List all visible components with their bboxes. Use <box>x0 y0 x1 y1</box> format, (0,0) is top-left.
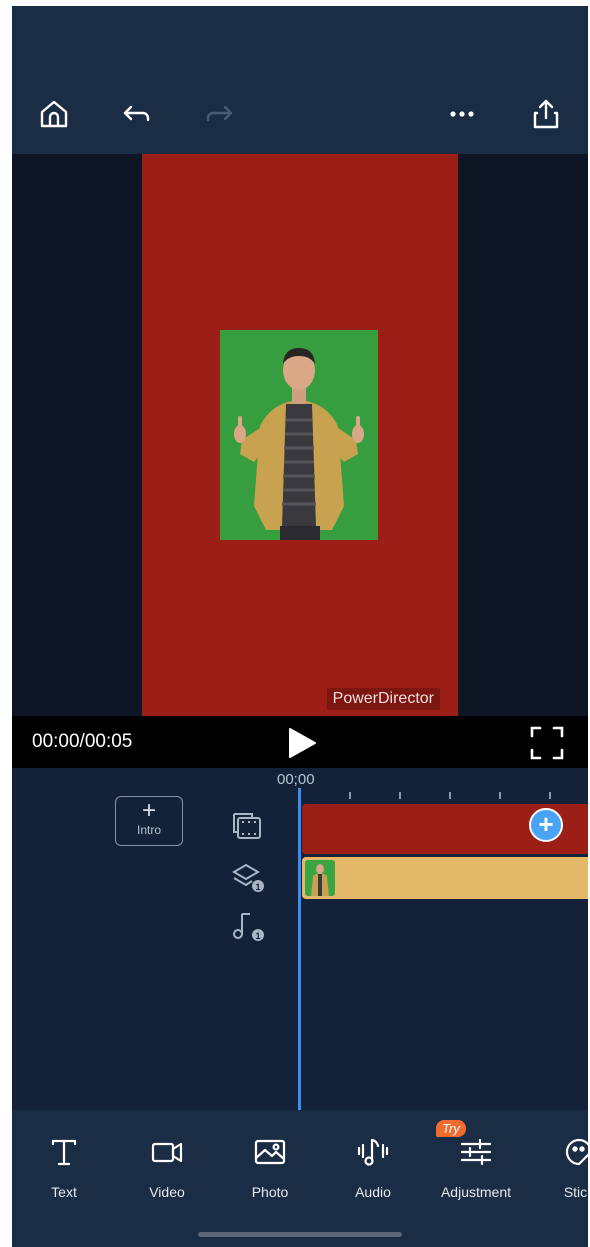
undo-button[interactable] <box>114 92 158 136</box>
fullscreen-icon <box>530 726 564 760</box>
redo-icon <box>206 105 233 122</box>
overlay-count-badge: 1 <box>255 882 260 892</box>
plus-icon: + <box>141 797 156 824</box>
app-screen: PowerDirector 00:00/00:05 + Intro 1 1 00… <box>12 6 588 1247</box>
play-icon <box>289 728 316 758</box>
sliders-icon <box>460 1138 492 1166</box>
try-badge: Try <box>436 1120 466 1137</box>
watermark-label: PowerDirector <box>326 688 440 710</box>
video-preview[interactable]: PowerDirector <box>12 154 588 716</box>
audio-count-badge: 1 <box>255 931 260 941</box>
sticker-icon <box>565 1138 588 1166</box>
text-icon <box>51 1139 77 1166</box>
tool-label: Text <box>51 1184 77 1200</box>
text-tool-button[interactable]: Text <box>14 1128 114 1204</box>
ruler-tick <box>349 792 351 799</box>
video-camera-icon <box>151 1142 183 1163</box>
tool-label: Video <box>149 1184 185 1200</box>
tool-label: Photo <box>251 1184 289 1200</box>
home-indicator[interactable] <box>198 1232 402 1237</box>
video-tool-button[interactable]: Video <box>117 1128 217 1204</box>
preview-canvas: PowerDirector <box>142 154 458 716</box>
ruler-tick <box>449 792 451 799</box>
person-photo-image <box>220 330 378 540</box>
overlay-clip-thumbnail <box>305 860 335 896</box>
audio-track-icon: 1 <box>233 913 264 941</box>
overlay-layers-icon: 1 <box>232 863 264 892</box>
undo-icon <box>123 105 150 122</box>
overlay-photo-clip[interactable] <box>302 857 588 899</box>
sticker-tool-button[interactable]: Stick <box>529 1128 588 1204</box>
home-button[interactable] <box>32 92 76 136</box>
export-button[interactable] <box>524 92 568 136</box>
audio-note-icon <box>357 1138 389 1166</box>
bottom-toolbar: Text Video Photo Audio Adjustment Stic T… <box>12 1110 588 1247</box>
photo-icon <box>254 1139 286 1165</box>
tool-label: Audio <box>355 1184 391 1200</box>
more-button[interactable] <box>440 92 484 136</box>
playback-bar: 00:00/00:05 <box>12 716 588 768</box>
audio-tool-button[interactable]: Audio <box>323 1128 423 1204</box>
more-dots-icon <box>450 111 474 117</box>
timecode-display: 00:00/00:05 <box>32 731 133 752</box>
fullscreen-button[interactable] <box>528 724 566 762</box>
top-bar <box>12 6 588 154</box>
add-clip-button[interactable]: + <box>529 808 563 842</box>
photo-tool-button[interactable]: Photo <box>220 1128 320 1204</box>
ruler-tick <box>399 792 401 799</box>
play-button[interactable] <box>284 726 318 760</box>
tool-label: Adjustment <box>440 1184 512 1200</box>
ruler-tick <box>549 792 551 799</box>
video-track-icon <box>233 813 261 839</box>
redo-button[interactable] <box>198 92 242 136</box>
add-intro-button[interactable]: + Intro <box>115 796 183 846</box>
share-upload-icon <box>533 99 559 129</box>
plus-icon: + <box>538 809 554 839</box>
playhead[interactable] <box>298 788 301 1110</box>
adjustment-tool-button[interactable]: Adjustment <box>426 1128 526 1204</box>
tool-label: Stick <box>563 1184 588 1200</box>
intro-label: Intro <box>136 823 161 837</box>
home-icon <box>40 100 68 128</box>
ruler-start-time: 00;00 <box>277 771 315 788</box>
timeline-panel[interactable]: + Intro 1 1 00;00 + <box>12 768 588 1110</box>
ruler-tick <box>499 792 501 799</box>
person-photo-overlay[interactable] <box>220 330 378 540</box>
